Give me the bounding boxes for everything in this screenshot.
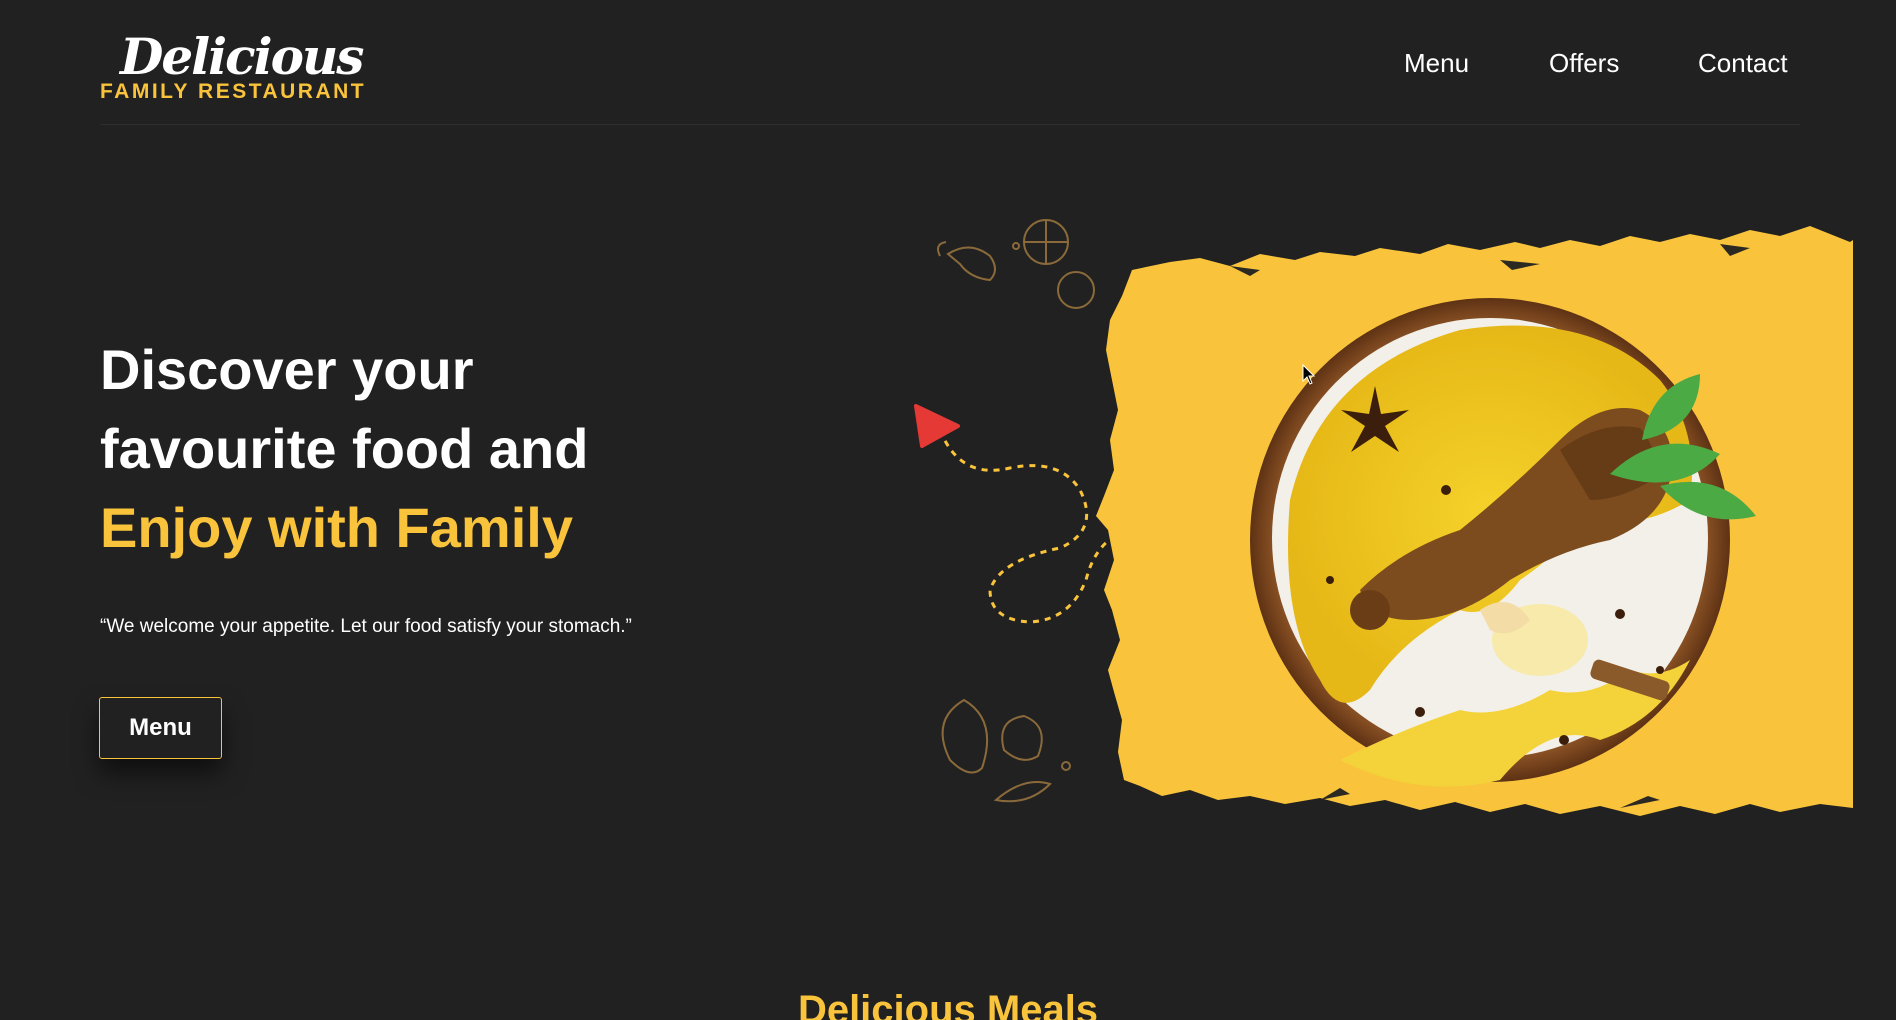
food-doodles: [937, 219, 1095, 803]
nav-contact-link[interactable]: Contact: [1698, 46, 1788, 80]
mango-doodle-icon: [941, 698, 989, 774]
logo-subtitle: FAMILY RESTAURANT: [100, 80, 367, 103]
leaf-doodle-icon: [993, 781, 1052, 803]
hero-title-highlight: Enjoy with Family: [100, 496, 573, 559]
hero-illustration: [914, 219, 1853, 816]
header-divider: [100, 124, 1800, 125]
section-heading-partial: Delicious Meals: [797, 990, 1099, 1020]
hero-title-line-2: favourite food and: [100, 417, 589, 480]
shrimp-doodle-icon: [937, 241, 996, 282]
dashed-trail: [938, 429, 1129, 624]
nav-offers-link[interactable]: Offers: [1549, 46, 1619, 80]
hero-quote: “We welcome your appetite. Let our food …: [100, 616, 632, 637]
lemon-doodle-icon: [1023, 219, 1069, 265]
hero-title-line-1: Discover your: [100, 338, 474, 401]
play-icon: [914, 404, 960, 448]
hero-title: Discover your favourite food and Enjoy w…: [100, 330, 588, 567]
logo-script: Delicious: [120, 27, 364, 86]
mouse-cursor-icon: [1302, 364, 1316, 385]
logo[interactable]: Delicious FAMILY RESTAURANT: [100, 28, 380, 104]
menu-button[interactable]: Menu: [99, 697, 222, 759]
nav-menu-link[interactable]: Menu: [1404, 46, 1469, 80]
